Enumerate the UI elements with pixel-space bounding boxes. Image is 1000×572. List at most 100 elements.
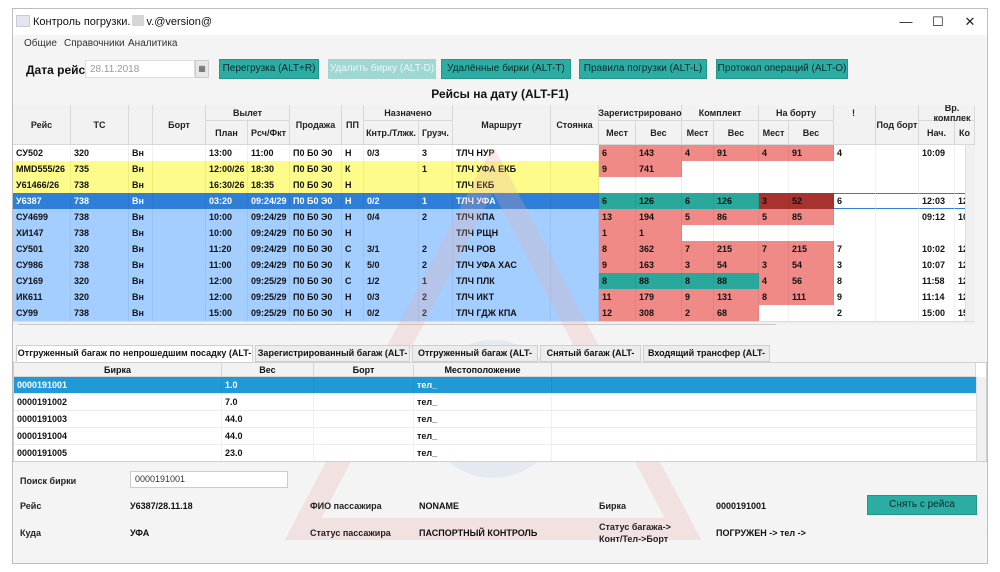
flight-row[interactable]: СУ986 738 Вн 11:00 09:24/29 П0 Б0 Э0 К 5/0 2 ТЛЧ …: [13, 257, 975, 273]
baggage-cell-birka: 0000191005: [14, 445, 222, 461]
flight-row[interactable]: СУ501 320 Вн 11:20 09:24/29 П0 Б0 Э0 С 3/1 2 ТЛЧ …: [13, 241, 975, 257]
col-header-kntr[interactable]: Кнтр./Тлжк.: [364, 121, 419, 145]
flight-cell-bm: [759, 225, 789, 241]
col-header-rsch[interactable]: Рсч/Фкт: [248, 121, 290, 145]
flights-horizontal-scrollbar[interactable]: [13, 321, 975, 325]
flight-cell-bv: [789, 305, 834, 321]
tab-unboarded-baggage[interactable]: Отгруженный багаж по непрошедшим посадку…: [16, 345, 253, 373]
deleted-tags-button[interactable]: Удалённые бирки (ALT-T): [441, 59, 571, 79]
menu-dictionaries[interactable]: Справочники: [64, 38, 125, 49]
flight-cell-reys: СУ502: [13, 145, 71, 161]
operations-log-button[interactable]: Протокол операций (ALT-O): [716, 59, 848, 79]
col-header-ts[interactable]: ТС: [71, 105, 129, 145]
flights-hscroll-thumb[interactable]: [17, 324, 777, 325]
flight-cell-gruzch: [419, 225, 453, 241]
flight-row[interactable]: ИК611 320 Вн 12:00 09:25/29 П0 Б0 Э0 Н 0/3 2 ТЛЧ …: [13, 289, 975, 305]
col-header-blank[interactable]: [129, 105, 153, 145]
col-header-kompl-ves[interactable]: Вес: [714, 121, 759, 145]
remove-from-flight-button[interactable]: Снять с рейса: [867, 495, 977, 515]
flight-cell-bort: [153, 145, 206, 161]
col-header-reys[interactable]: Рейс: [13, 105, 71, 145]
tab-registered-baggage[interactable]: Зарегистрированный багаж (ALT-F6): [255, 345, 410, 373]
flight-row[interactable]: СУ169 320 Вн 12:00 09:25/29 П0 Б0 Э0 С 1/2 1 ТЛЧ …: [13, 273, 975, 289]
col-header-pp[interactable]: ПП: [342, 105, 364, 145]
col-header-stoyanka[interactable]: Стоянка: [551, 105, 599, 145]
flight-row[interactable]: У61466/26 738 Вн 16:30/26 18:35 П0 Б0 Э0 Н ТЛЧ …: [13, 177, 975, 193]
col-header-bort[interactable]: Борт: [153, 105, 206, 145]
menu-general[interactable]: Общие: [24, 38, 57, 49]
flight-row[interactable]: У6387 738 Вн 03:20 09:24/29 П0 Б0 Э0 Н 0/2 1 ТЛЧ …: [13, 193, 975, 209]
baggage-cell-mesto: тел_: [414, 377, 552, 393]
window-title-suffix: v.@version@: [146, 16, 213, 28]
baggage-row[interactable]: 0000191001 1.0 тел_: [14, 377, 976, 394]
flight-cell-kntr: 5/0: [364, 257, 419, 273]
baggage-cell-bort: [314, 411, 414, 427]
close-button[interactable]: ✕: [955, 11, 985, 33]
flight-cell-pod: [876, 289, 919, 305]
tab-loaded-baggage[interactable]: Отгруженный багаж (ALT-F7): [412, 345, 538, 373]
loading-rules-button[interactable]: Правила погрузки (ALT-L): [579, 59, 707, 79]
window-title: Контроль погрузки. v.@version@: [33, 15, 212, 28]
calendar-icon[interactable]: ▦: [195, 60, 209, 78]
col-header-zareg-mest[interactable]: Мест: [599, 121, 636, 145]
baggage-row[interactable]: 0000191004 44.0 тел_: [14, 428, 976, 445]
flight-cell-kv: 131: [714, 289, 759, 305]
maximize-button[interactable]: ☐: [923, 11, 953, 33]
col-header-zareg-ves[interactable]: Вес: [636, 121, 682, 145]
col-header-bort-ves[interactable]: Вес: [789, 121, 834, 145]
flight-row[interactable]: СУ4699 738 Вн 10:00 09:24/29 П0 Б0 Э0 Н 0/4 2 ТЛЧ…: [13, 209, 975, 225]
bag-col-mesto[interactable]: Местоположение: [414, 363, 552, 377]
col-header-excl[interactable]: !: [834, 105, 876, 145]
col-header-bort-mest[interactable]: Мест: [759, 121, 789, 145]
flight-cell-bm: 5: [759, 209, 789, 225]
tab-removed-baggage[interactable]: Снятый багаж (ALT-F8): [540, 345, 641, 373]
flight-cell-pod: [876, 177, 919, 193]
flight-row[interactable]: СУ502 320 Вн 13:00 11:00 П0 Б0 Э0 Н 0/3 3 ТЛЧ НУР…: [13, 145, 975, 161]
tab-incoming-transfer[interactable]: Входящий трансфер (ALT-F9): [643, 345, 770, 373]
baggage-row[interactable]: 0000191002 7.0 тел_: [14, 394, 976, 411]
baggage-row[interactable]: 0000191005 23.0 тел_: [14, 445, 976, 461]
flight-cell-kntr: 3/1: [364, 241, 419, 257]
baggage-row[interactable]: 0000191003 44.0 тел_: [14, 411, 976, 428]
flight-cell-ts: 320: [71, 145, 129, 161]
col-header-marshrut[interactable]: Маршрут: [453, 105, 551, 145]
flight-cell-stoy: [551, 241, 599, 257]
overload-button[interactable]: Перегрузка (ALT+R): [219, 59, 319, 79]
baggage-cell-birka: 0000191001: [14, 377, 222, 393]
col-header-pod-bort[interactable]: Под борт: [876, 105, 919, 145]
col-header-kompl-mest[interactable]: Мест: [682, 121, 714, 145]
flight-cell-km: 7: [682, 241, 714, 257]
flight-cell-stoy: [551, 177, 599, 193]
flight-cell-ts: 738: [71, 225, 129, 241]
col-header-ko[interactable]: Ко: [955, 121, 975, 145]
minimize-button[interactable]: —: [891, 11, 921, 33]
flight-row[interactable]: ХИ147 738 Вн 10:00 09:24/29 П0 Б0 Э0 Н ТЛЧ РЩН 1…: [13, 225, 975, 241]
menu-analytics[interactable]: Аналитика: [128, 38, 178, 49]
baggage-table: Бирка Вес Борт Местоположение 0000191001…: [13, 362, 987, 462]
flight-cell-km: [682, 225, 714, 241]
flight-cell-kntr: 1/2: [364, 273, 419, 289]
flight-cell-km: 8: [682, 273, 714, 289]
bag-col-birka[interactable]: Бирка: [14, 363, 222, 377]
baggage-vertical-scrollbar[interactable]: [976, 377, 986, 461]
flights-vertical-scrollbar[interactable]: [965, 145, 975, 321]
col-group-zareg: Зарегистрировано: [598, 105, 682, 121]
col-header-nach[interactable]: Нач.: [919, 121, 955, 145]
flight-cell-reys: СУ501: [13, 241, 71, 257]
flight-cell-reys: ХИ147: [13, 225, 71, 241]
col-header-gruzch[interactable]: Грузч.: [419, 121, 453, 145]
col-header-prodazha[interactable]: Продажа: [290, 105, 342, 145]
bag-col-ves[interactable]: Вес: [222, 363, 314, 377]
flight-cell-bv: 54: [789, 257, 834, 273]
flight-cell-pp: Н: [342, 289, 364, 305]
search-tag-input[interactable]: 0000191001: [130, 471, 288, 488]
bag-col-bort[interactable]: Борт: [314, 363, 414, 377]
flight-cell-pod: [876, 305, 919, 321]
delete-tag-button[interactable]: Удалить бирку (ALT-D): [328, 59, 436, 79]
date-input[interactable]: 28.11.2018: [85, 60, 195, 78]
flight-cell-stoy: [551, 161, 599, 177]
col-header-plan[interactable]: План: [206, 121, 248, 145]
flight-row[interactable]: СУ99 738 Вн 15:00 09:25/29 П0 Б0 Э0 Н 0/2 2 ТЛЧ Г…: [13, 305, 975, 321]
baggage-cell-mesto: тел_: [414, 428, 552, 444]
flight-row[interactable]: ММD555/26 735 Вн 12:00/26 18:30 П0 Б0 Э0 К 1 ТЛЧ…: [13, 161, 975, 177]
